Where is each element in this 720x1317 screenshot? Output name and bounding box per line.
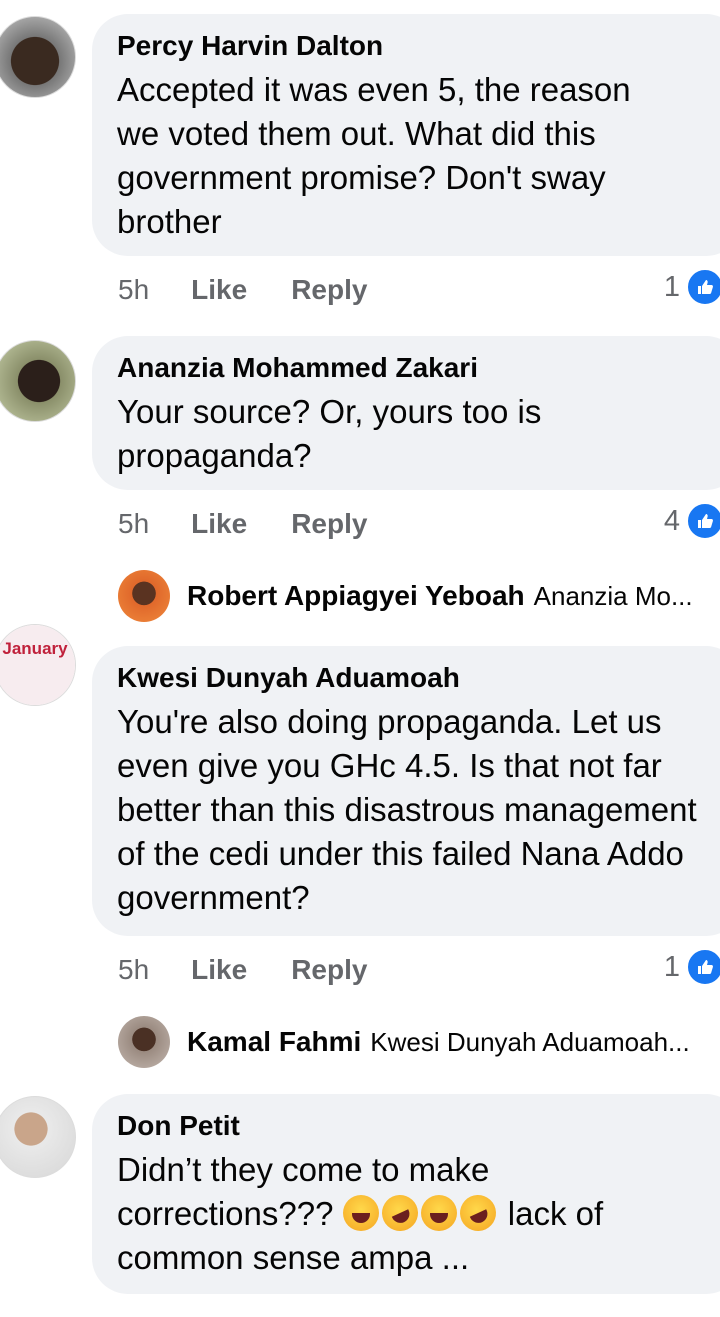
reply-button[interactable]: Reply: [291, 508, 367, 540]
comment-author[interactable]: Percy Harvin Dalton: [117, 28, 716, 64]
laughing-emoji-icon: [375, 1189, 424, 1237]
comment-bubble: Don Petit Didn’t they come to make corre…: [92, 1094, 720, 1294]
reply-preview[interactable]: Robert Appiagyei Yeboah Ananzia Mo...: [118, 570, 693, 622]
comment-author[interactable]: Ananzia Mohammed Zakari: [117, 350, 716, 386]
avatar[interactable]: [0, 340, 76, 422]
comment-time[interactable]: 5h: [118, 954, 149, 986]
reply-button[interactable]: Reply: [291, 274, 367, 306]
comment-text: You're also doing propaganda. Let us eve…: [117, 703, 697, 916]
like-thumb-icon: [686, 948, 720, 986]
avatar[interactable]: January: [0, 624, 76, 706]
comment-actions: 5h Like Reply: [118, 504, 367, 544]
comment-bubble: Percy Harvin Dalton Accepted it was even…: [92, 14, 720, 256]
comment-author[interactable]: Don Petit: [117, 1108, 716, 1144]
avatar-text: January: [2, 639, 68, 658]
reaction-number: 1: [663, 950, 680, 983]
laughing-emoji-icon: [420, 1195, 457, 1231]
calendar-image: January: [0, 625, 75, 705]
avatar: [118, 570, 170, 622]
reaction-number: 1: [663, 270, 680, 303]
like-thumb-icon: [686, 502, 720, 540]
comment-text: Accepted it was even 5, the reason we vo…: [117, 71, 631, 240]
reply-author: Kamal Fahmi: [187, 1026, 362, 1057]
reaction-count[interactable]: 1: [664, 268, 720, 306]
reaction-count[interactable]: 1: [664, 948, 720, 986]
like-button[interactable]: Like: [191, 508, 247, 540]
like-button[interactable]: Like: [191, 274, 247, 306]
comment-bubble: Ananzia Mohammed Zakari Your source? Or,…: [92, 336, 720, 490]
comment-actions: 5h Like Reply: [118, 950, 367, 990]
laughing-emoji-icon: [342, 1195, 379, 1231]
comment-author[interactable]: Kwesi Dunyah Aduamoah: [117, 660, 716, 696]
reply-button[interactable]: Reply: [291, 954, 367, 986]
comment-actions: 5h Like Reply: [118, 270, 367, 310]
like-button[interactable]: Like: [191, 954, 247, 986]
comment-text: Your source? Or, yours too is propaganda…: [117, 393, 542, 474]
comment-bubble: Kwesi Dunyah Aduamoah You're also doing …: [92, 646, 720, 936]
laughing-emoji-icon: [453, 1189, 502, 1237]
reply-preview[interactable]: Kamal Fahmi Kwesi Dunyah Aduamoah...: [118, 1016, 690, 1068]
avatar[interactable]: [0, 1096, 76, 1178]
reply-text: Ananzia Mo...: [533, 580, 693, 611]
comment-text: Didn’t they come to make corrections??? …: [117, 1148, 677, 1280]
like-thumb-icon: [686, 268, 720, 306]
comment-time[interactable]: 5h: [118, 508, 149, 540]
reaction-number: 4: [663, 504, 680, 537]
avatar: [118, 1016, 170, 1068]
avatar[interactable]: [0, 16, 76, 98]
comment-time[interactable]: 5h: [118, 274, 149, 306]
reply-author: Robert Appiagyei Yeboah: [187, 580, 525, 611]
reply-text: Kwesi Dunyah Aduamoah...: [370, 1026, 690, 1057]
reaction-count[interactable]: 4: [664, 502, 720, 540]
